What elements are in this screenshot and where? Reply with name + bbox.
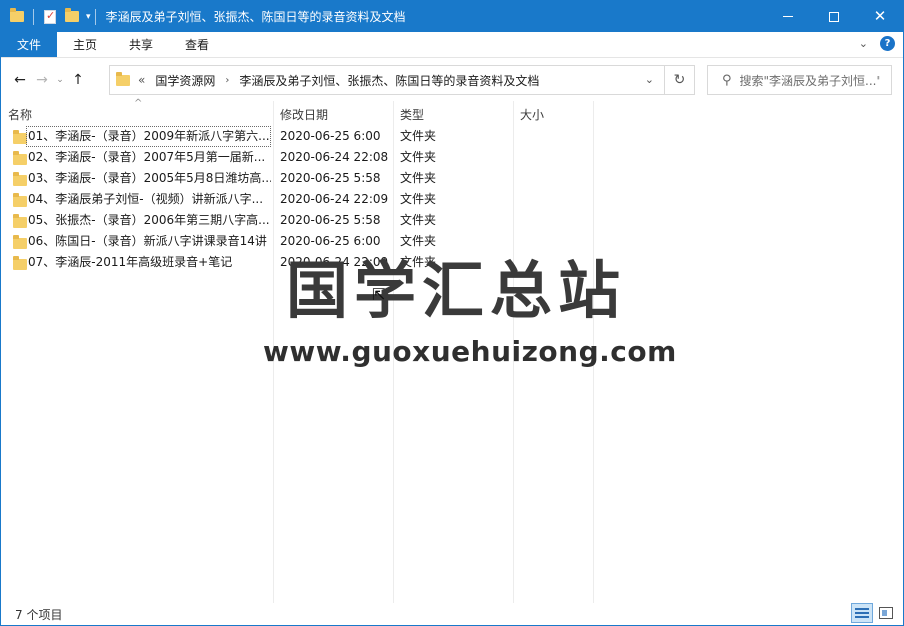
search-box[interactable]: ⚲ 搜索"李涵辰及弟子刘恒...": [707, 65, 892, 95]
file-type: 文件夹: [400, 171, 437, 185]
expand-ribbon-icon[interactable]: ⌄: [859, 37, 868, 50]
search-icon: ⚲: [722, 72, 732, 88]
new-folder-icon[interactable]: [62, 6, 82, 28]
file-name: 05、张振杰-（录音）2006年第三期八字高...: [28, 213, 270, 227]
folder-icon: [13, 235, 27, 249]
file-name: 06、陈国日-（录音）新派八字讲课录音14讲: [28, 234, 267, 248]
folder-icon: [13, 256, 27, 270]
folder-icon: [13, 130, 27, 144]
window-title: 李涵辰及弟子刘恒、张振杰、陈国日等的录音资料及文档: [105, 10, 406, 24]
file-date: 2020-06-25 5:58: [280, 213, 381, 227]
file-type: 文件夹: [400, 192, 437, 206]
close-button[interactable]: ✕: [857, 1, 903, 32]
folder-icon: [13, 193, 27, 207]
forward-button[interactable]: →: [31, 69, 53, 91]
file-row[interactable]: 03、李涵辰-（录音）2005年5月8日潍坊高... 2020-06-25 5:…: [7, 168, 593, 189]
close-icon: ✕: [873, 7, 887, 25]
file-name: 01、李涵辰-（录音）2009年新派八字第六...: [26, 126, 271, 147]
quick-access-toolbar: ▾: [1, 1, 102, 32]
column-headers: ^ 名称 修改日期 类型 大小: [1, 98, 903, 125]
folder-icon: [13, 172, 27, 186]
file-row[interactable]: 01、李涵辰-（录音）2009年新派八字第六... 2020-06-25 6:0…: [7, 126, 593, 147]
mouse-cursor-icon: ⇱: [372, 285, 386, 304]
file-name: 07、李涵辰-2011年高级班录音+笔记: [28, 255, 233, 269]
breadcrumb-overflow[interactable]: «: [138, 73, 145, 87]
file-row[interactable]: 02、李涵辰-（录音）2007年5月第一届新... 2020-06-24 22:…: [7, 147, 593, 168]
recent-locations-icon[interactable]: ⌄: [53, 69, 67, 91]
qat-divider: [33, 8, 34, 25]
file-date: 2020-06-24 22:09: [280, 192, 389, 206]
breadcrumb-item[interactable]: 国学资源网: [155, 72, 215, 89]
maximize-icon: [829, 11, 839, 22]
search-input[interactable]: 搜索"李涵辰及弟子刘恒...": [740, 72, 880, 89]
details-view-icon: [855, 607, 869, 619]
ribbon-tabs: 文件 主页 共享 查看 ⌄ ?: [1, 32, 903, 58]
minimize-icon: [783, 16, 793, 17]
explorer-window: ▾ 李涵辰及弟子刘恒、张振杰、陈国日等的录音资料及文档 ✕ 文件 主页 共享 查…: [0, 0, 904, 626]
minimize-button[interactable]: [765, 1, 811, 32]
folder-icon: [13, 151, 27, 165]
file-row[interactable]: 05、张振杰-（录音）2006年第三期八字高... 2020-06-25 5:5…: [7, 210, 593, 231]
tab-home[interactable]: 主页: [57, 32, 113, 57]
sort-ascending-icon: ^: [134, 98, 143, 109]
file-name: 03、李涵辰-（录音）2005年5月8日潍坊高...: [28, 171, 271, 185]
watermark-url: www.guoxuehuizong.com: [263, 335, 677, 368]
breadcrumb-item[interactable]: 李涵辰及弟子刘恒、张振杰、陈国日等的录音资料及文档: [239, 72, 539, 89]
large-icons-view-icon: [879, 607, 893, 619]
file-type: 文件夹: [400, 213, 437, 227]
file-row[interactable]: 06、陈国日-（录音）新派八字讲课录音14讲 2020-06-25 6:00 文…: [7, 231, 593, 252]
properties-icon[interactable]: [40, 6, 60, 28]
folder-icon: [13, 214, 27, 228]
maximize-button[interactable]: [811, 1, 857, 32]
tab-view[interactable]: 查看: [169, 32, 225, 57]
folder-icon: [116, 71, 130, 86]
file-date: 2020-06-25 6:00: [280, 129, 381, 143]
window-controls: ✕: [765, 1, 903, 32]
file-type: 文件夹: [400, 150, 437, 164]
chevron-right-icon[interactable]: ›: [225, 75, 229, 86]
customize-qat-icon[interactable]: ▾: [86, 12, 91, 22]
item-count: 7 个项目: [15, 607, 63, 622]
file-date: 2020-06-25 5:58: [280, 171, 381, 185]
file-date: 2020-06-25 6:00: [280, 234, 381, 248]
refresh-icon: ↻: [673, 72, 686, 88]
watermark-title: 国学汇总站: [285, 254, 626, 327]
status-bar: 7 个项目: [1, 603, 903, 625]
refresh-button[interactable]: ↻: [665, 65, 695, 95]
file-type: 文件夹: [400, 234, 437, 248]
title-bar[interactable]: ▾ 李涵辰及弟子刘恒、张振杰、陈国日等的录音资料及文档 ✕: [1, 1, 903, 32]
help-icon[interactable]: ?: [880, 36, 895, 51]
back-button[interactable]: ←: [9, 69, 31, 91]
details-view-button[interactable]: [851, 603, 873, 623]
navigation-bar: ← → ⌄ ↑ « 国学资源网 › 李涵辰及弟子刘恒、张振杰、陈国日等的录音资料…: [1, 59, 903, 101]
file-type: 文件夹: [400, 129, 437, 143]
tab-share[interactable]: 共享: [113, 32, 169, 57]
up-button[interactable]: ↑: [67, 69, 89, 91]
column-header-type[interactable]: 类型: [400, 106, 424, 123]
large-icons-view-button[interactable]: [875, 603, 897, 623]
tab-file[interactable]: 文件: [1, 32, 58, 57]
file-row[interactable]: 04、李涵辰弟子刘恒-（视频）讲新派八字... 2020-06-24 22:09…: [7, 189, 593, 210]
qat-divider: [94, 8, 96, 25]
ribbon-right-controls: ⌄ ?: [859, 36, 895, 51]
view-toggle: [851, 603, 897, 623]
file-name: 04、李涵辰弟子刘恒-（视频）讲新派八字...: [28, 192, 264, 206]
column-header-size[interactable]: 大小: [520, 106, 544, 123]
column-header-date[interactable]: 修改日期: [280, 106, 328, 123]
address-bar[interactable]: « 国学资源网 › 李涵辰及弟子刘恒、张振杰、陈国日等的录音资料及文档 ⌄: [109, 65, 665, 95]
folder-icon: [7, 6, 27, 28]
chevron-down-icon[interactable]: ⌄: [645, 73, 654, 86]
column-header-name[interactable]: 名称: [8, 106, 32, 123]
file-name: 02、李涵辰-（录音）2007年5月第一届新...: [28, 150, 266, 164]
file-date: 2020-06-24 22:08: [280, 150, 389, 164]
